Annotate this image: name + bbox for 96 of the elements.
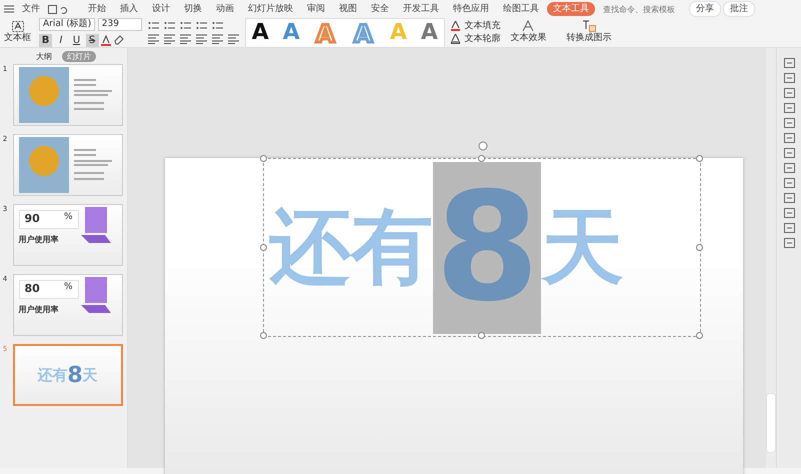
photo-placeholder	[18, 67, 68, 123]
font-color-icon[interactable]	[101, 34, 111, 46]
sidebar-tool-icon[interactable]	[784, 103, 794, 113]
menu-tab[interactable]: 设计	[146, 2, 176, 16]
format-button[interactable]: B	[39, 34, 52, 47]
text-lines-drawing	[74, 147, 114, 183]
sidebar-tool-icon[interactable]	[784, 223, 794, 233]
convert-diagram-button[interactable]: 转换成图示	[564, 32, 614, 45]
resize-handle[interactable]	[260, 244, 267, 250]
text-outline-icon[interactable]	[450, 34, 460, 44]
search-field[interactable]: 查找命令、搜索模板	[601, 2, 687, 16]
align-icon[interactable]	[228, 34, 239, 44]
slide-text: 还有	[269, 206, 433, 288]
font-field[interactable]: Arial (标题)	[39, 18, 96, 32]
photo-placeholder	[18, 137, 68, 193]
align-icon[interactable]	[196, 34, 207, 44]
slide-thumbnail[interactable]: 80 % 用户使用率	[12, 274, 122, 336]
align-icon[interactable]	[180, 34, 191, 44]
text-style-preset[interactable]: A	[252, 20, 269, 46]
file-menu[interactable]: 文件	[16, 2, 46, 16]
slide-thumbnail[interactable]	[12, 134, 122, 196]
percent-value: 90	[24, 211, 40, 227]
sidebar-tool-icon[interactable]	[784, 58, 794, 68]
laptop-drawing	[81, 205, 111, 245]
scrollbar-thumb[interactable]	[766, 393, 776, 453]
sidebar-tool-icon[interactable]	[784, 148, 794, 158]
align-icon[interactable]	[164, 34, 175, 44]
text-style-preset[interactable]: A	[420, 20, 438, 46]
resize-handle[interactable]	[260, 155, 267, 162]
sidebar-tool-icon[interactable]	[784, 133, 794, 143]
resize-handle[interactable]	[696, 155, 703, 162]
resize-handle[interactable]	[696, 244, 703, 250]
format-button[interactable]: S	[86, 34, 98, 47]
convert-diagram-icon[interactable]	[582, 20, 596, 32]
text-outline-button[interactable]: 文本轮廓	[462, 32, 502, 46]
menu-tab[interactable]: 绘图工具	[497, 2, 545, 16]
panel-tab[interactable]: 大纲	[31, 50, 57, 62]
sidebar-tool-icon[interactable]	[784, 193, 794, 203]
sidebar-tool-icon[interactable]	[784, 118, 794, 128]
resize-handle[interactable]	[478, 155, 485, 162]
menu-tab[interactable]: 开始	[82, 2, 112, 16]
resize-handle[interactable]	[260, 332, 267, 339]
percent-value: 80	[24, 281, 40, 297]
menu-icon[interactable]	[4, 5, 14, 13]
text-fill-icon[interactable]	[450, 21, 460, 31]
menu-tab[interactable]: 开发工具	[397, 2, 445, 16]
slide-digit: 8	[67, 362, 83, 390]
menu-tab[interactable]: 安全	[365, 2, 395, 16]
sidebar-tool-icon[interactable]	[784, 88, 794, 98]
format-button[interactable]: U	[70, 34, 83, 47]
list-icon[interactable]	[148, 21, 159, 32]
text-effect-button[interactable]: 文本效果	[508, 32, 548, 45]
laptop-drawing	[81, 275, 111, 315]
menu-tab[interactable]: 特色应用	[447, 2, 495, 16]
percent-unit: %	[64, 281, 72, 294]
percent-unit: %	[64, 211, 72, 224]
slide-thumbnail[interactable]	[12, 64, 122, 126]
text-effect-icon[interactable]	[522, 20, 534, 32]
sidebar-tool-icon[interactable]	[784, 178, 794, 188]
menu-tab[interactable]: 动画	[210, 2, 240, 16]
eraser-icon[interactable]	[114, 35, 124, 46]
text-lines-drawing	[74, 77, 114, 113]
resize-handle[interactable]	[478, 332, 485, 339]
slide-text: 天	[541, 206, 624, 288]
resize-handle[interactable]	[696, 332, 703, 339]
menu-tab[interactable]: 插入	[114, 2, 144, 16]
align-icon[interactable]	[148, 34, 159, 44]
list-icon[interactable]	[196, 21, 207, 32]
text-box-button[interactable]: 文本框	[2, 32, 33, 44]
save-icon[interactable]	[48, 4, 57, 14]
sidebar-tool-icon[interactable]	[784, 208, 794, 218]
text-box-icon[interactable]	[12, 20, 24, 32]
slide-digit: 8	[433, 162, 542, 334]
slide-text: 天	[82, 364, 98, 386]
sidebar-tool-icon[interactable]	[784, 73, 794, 83]
sidebar-tool-icon[interactable]	[784, 163, 794, 173]
list-icon[interactable]	[212, 21, 223, 32]
slide-title: 用户使用率	[18, 304, 60, 316]
toolbar-button[interactable]: 分享	[689, 1, 721, 17]
list-icon[interactable]	[180, 21, 191, 32]
slide-thumbnail[interactable]: 90 % 用户使用率	[12, 204, 122, 266]
menu-tab[interactable]: 视图	[333, 2, 363, 16]
rotate-handle[interactable]	[478, 141, 488, 151]
font-size-field[interactable]: 239	[98, 18, 142, 32]
format-button[interactable]: I	[54, 34, 68, 47]
menu-tab[interactable]: 幻灯片放映	[242, 2, 299, 16]
sidebar-tool-icon[interactable]	[784, 238, 794, 248]
menu-tab[interactable]: 审阅	[301, 2, 331, 16]
menu-tab[interactable]: 切换	[178, 2, 208, 16]
list-icon[interactable]	[164, 21, 175, 32]
slide-title: 用户使用率	[18, 234, 60, 246]
undo-icon[interactable]	[59, 4, 68, 14]
align-icon[interactable]	[212, 34, 223, 44]
slide-text: 还有	[37, 364, 68, 386]
toolbar-button[interactable]: 批注	[723, 1, 755, 17]
text-fill-button[interactable]: 文本填充	[462, 20, 502, 32]
